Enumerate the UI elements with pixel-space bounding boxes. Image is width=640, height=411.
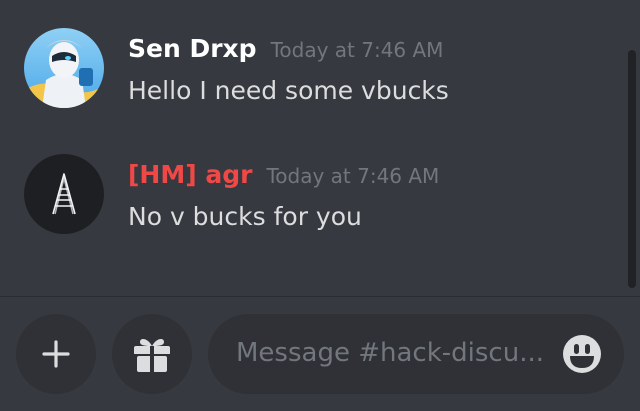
user-avatar[interactable] <box>24 28 104 108</box>
message-header: Sen Drxp Today at 7:46 AM <box>128 34 443 63</box>
message-list[interactable]: Sen Drxp Today at 7:46 AM Hello I need so… <box>0 0 640 296</box>
username[interactable]: [HM] agr <box>128 160 252 189</box>
add-attachment-button[interactable] <box>16 314 96 394</box>
timestamp: Today at 7:46 AM <box>270 38 444 62</box>
message-header: [HM] agr Today at 7:46 AM <box>128 160 439 189</box>
message-composer: Message #hack-discu... <box>0 297 640 411</box>
username[interactable]: Sen Drxp <box>128 34 257 63</box>
emoji-smile-icon <box>563 335 601 373</box>
letter-a-avatar-icon <box>24 154 104 234</box>
timestamp: Today at 7:46 AM <box>266 164 440 188</box>
emoji-button[interactable] <box>562 334 602 374</box>
user-avatar[interactable] <box>24 154 104 234</box>
message-content: No v bucks for you <box>128 202 362 231</box>
message-input[interactable]: Message #hack-discu... <box>208 314 624 394</box>
message-input-placeholder: Message #hack-discu... <box>236 338 544 368</box>
fortnite-character-avatar-icon <box>24 28 104 108</box>
send-gift-button[interactable] <box>112 314 192 394</box>
scrollbar[interactable] <box>628 50 636 288</box>
gift-icon <box>134 338 170 372</box>
plus-icon <box>42 340 70 368</box>
message-content: Hello I need some vbucks <box>128 76 449 105</box>
